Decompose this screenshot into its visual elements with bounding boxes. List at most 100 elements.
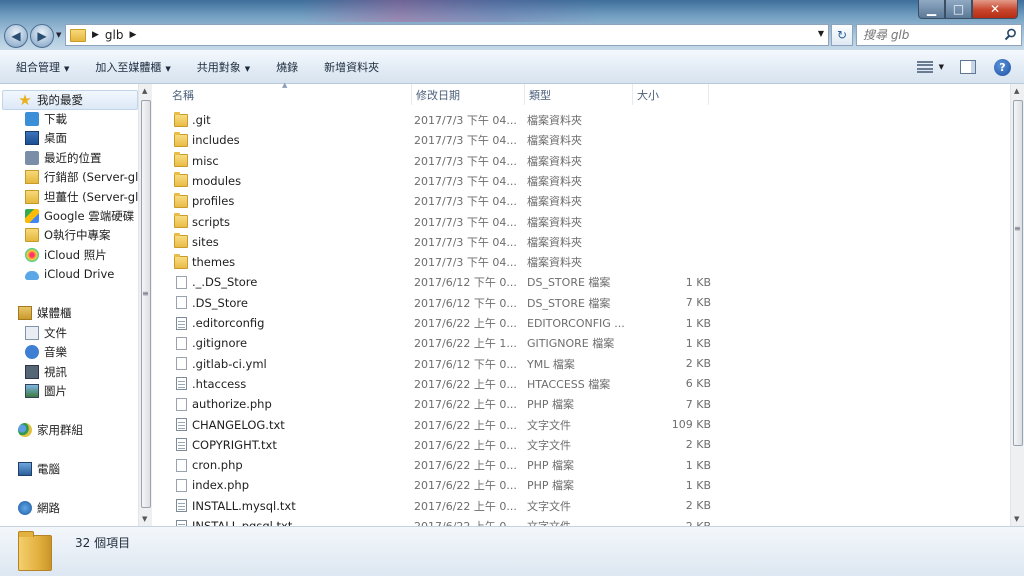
file-size: 1 KB — [685, 336, 711, 350]
new-folder-button[interactable]: 新增資料夾 — [311, 59, 392, 75]
scrollbar-thumb[interactable] — [141, 100, 151, 508]
nav-item-google-drive[interactable]: Google 雲端硬碟 — [25, 206, 138, 225]
file-row[interactable]: CHANGELOG.txt 2017/6/22 上午 0... 文字文件 109 KB — [152, 415, 712, 435]
file-row[interactable]: .gitignore 2017/6/22 上午 1... GITIGNORE 檔案 1… — [152, 333, 712, 353]
add-to-library-menu[interactable]: 加入至媒體櫃 ▼ — [82, 59, 183, 75]
file-name: .gitignore — [192, 336, 248, 351]
file-name: .DS_Store — [192, 295, 248, 310]
file-name: modules — [192, 173, 242, 188]
preview-pane-icon[interactable] — [960, 60, 976, 74]
file-row[interactable]: .editorconfig 2017/6/22 上午 0... EDITORCONF… — [152, 313, 712, 333]
nav-item-shared-server[interactable]: 坦薑仕 (Server-glb — [25, 187, 138, 206]
scroll-down-icon[interactable]: ▼ — [1014, 515, 1019, 523]
nav-item-recent-places[interactable]: 最近的位置 — [25, 148, 102, 167]
chevron-down-icon: ▼ — [244, 64, 251, 73]
nav-network-label: 網路 — [37, 500, 60, 515]
file-row[interactable]: index.php 2017/6/22 上午 0... PHP 檔案 1 KB — [152, 475, 712, 495]
column-header-name[interactable]: ▲ 名稱 — [152, 81, 412, 105]
scroll-up-icon[interactable]: ▲ — [1014, 87, 1019, 95]
nav-item-icloud-photos[interactable]: iCloud 照片 — [25, 245, 107, 264]
scroll-up-icon[interactable]: ▲ — [142, 87, 147, 95]
scrollbar-thumb[interactable] — [1013, 100, 1023, 446]
breadcrumb-separator-icon[interactable]: ▶ — [130, 30, 137, 40]
search-box[interactable] — [856, 24, 1022, 46]
nav-item-documents[interactable]: 文件 — [25, 323, 67, 342]
file-size: 1 KB — [685, 316, 711, 330]
file-date: 2017/6/22 上午 0... — [414, 479, 517, 493]
address-bar[interactable]: ▶ glb ▶ ▼ — [65, 24, 829, 46]
maximize-button[interactable]: □ — [945, 0, 972, 19]
file-row[interactable]: .git 2017/7/3 下午 04... 檔案資料夾 — [152, 110, 712, 130]
nav-item-downloads[interactable]: 下載 — [25, 109, 67, 128]
share-menu[interactable]: 共用對象 ▼ — [184, 59, 263, 75]
nav-item-label: Google 雲端硬碟 — [44, 208, 135, 223]
file-row[interactable]: COPYRIGHT.txt 2017/6/22 上午 0... 文字文件 2 KB — [152, 435, 712, 455]
file-type: 檔案資料夾 — [527, 256, 582, 270]
refresh-button[interactable]: ↻ — [831, 24, 853, 46]
search-icon[interactable] — [1004, 28, 1017, 41]
back-button[interactable]: ◀ — [4, 24, 28, 48]
nav-favorites[interactable]: ★ 我的最愛 — [18, 90, 83, 109]
view-options-icon[interactable] — [916, 61, 933, 73]
column-header-type[interactable]: 類型 — [525, 84, 633, 105]
nav-libraries[interactable]: 媒體櫃 — [18, 303, 72, 322]
help-icon[interactable]: ? — [994, 58, 1011, 76]
nav-network[interactable]: 網路 — [18, 498, 60, 517]
file-row[interactable]: ._.DS_Store 2017/6/12 下午 0... DS_STORE 檔案 1… — [152, 272, 712, 292]
nav-item-pictures[interactable]: 圖片 — [25, 381, 67, 400]
nav-item-video[interactable]: 視訊 — [25, 362, 67, 381]
column-header-size[interactable]: 大小 — [633, 84, 709, 105]
breadcrumb-item[interactable]: glb — [105, 28, 124, 42]
breadcrumb-separator-icon[interactable]: ▶ — [92, 30, 99, 40]
file-name: index.php — [192, 478, 250, 493]
file-row[interactable]: authorize.php 2017/6/22 上午 0... PHP 檔案 7 KB — [152, 394, 712, 414]
scrollbar-grip-icon: ≡ — [1014, 224, 1021, 233]
item-count: 32 個項目 — [75, 536, 131, 550]
file-row[interactable]: includes 2017/7/3 下午 04... 檔案資料夾 — [152, 130, 712, 150]
address-history-dropdown-icon[interactable]: ▼ — [818, 29, 824, 38]
close-button[interactable]: ✕ — [972, 0, 1018, 19]
file-name: ._.DS_Store — [192, 275, 258, 290]
file-icon — [176, 397, 187, 411]
file-row[interactable]: .gitlab-ci.yml 2017/6/12 下午 0... YML 檔案 2 K… — [152, 354, 712, 374]
file-row[interactable]: cron.php 2017/6/22 上午 0... PHP 檔案 1 KB — [152, 455, 712, 475]
file-row[interactable]: INSTALL.pgsql.txt2017/6/22 上午 0...文字文件2 … — [152, 516, 712, 526]
recent-pages-dropdown[interactable]: ▼ — [56, 31, 61, 39]
minimize-button[interactable]: ▁ — [918, 0, 945, 19]
file-row[interactable]: profiles 2017/7/3 下午 04... 檔案資料夾 — [152, 191, 712, 211]
organize-label: 組合管理 — [16, 60, 60, 74]
search-input[interactable] — [863, 28, 1003, 42]
file-icon — [176, 458, 187, 472]
nav-computer[interactable]: 電腦 — [18, 459, 60, 478]
column-header-date[interactable]: 修改日期 — [412, 84, 525, 105]
refresh-icon: ↻ — [836, 28, 848, 42]
file-row[interactable]: .DS_Store 2017/6/12 下午 0... DS_STORE 檔案 7 K… — [152, 293, 712, 313]
nav-homegroup[interactable]: 家用群組 — [18, 420, 83, 439]
nav-scrollbar[interactable]: ▲ ≡ ▼ — [138, 84, 152, 526]
file-type: 檔案資料夾 — [527, 114, 582, 127]
folder-icon — [174, 111, 188, 127]
nav-item-active-projects[interactable]: O執行中專案 — [25, 225, 111, 244]
organize-menu[interactable]: 組合管理 ▼ — [0, 59, 82, 75]
nav-item-icloud-drive[interactable]: iCloud Drive — [25, 264, 114, 283]
file-row[interactable]: INSTALL.mysql.txt 2017/6/22 上午 0... 文字文件 2 … — [152, 496, 712, 516]
nav-item-marketing[interactable]: 行銷部 (Server-glb — [25, 167, 138, 186]
file-row[interactable]: modules 2017/7/3 下午 04... 檔案資料夾 — [152, 171, 712, 191]
music-icon — [25, 344, 39, 359]
file-row[interactable]: scripts 2017/7/3 下午 04... 檔案資料夾 — [152, 212, 712, 232]
file-row[interactable]: .htaccess 2017/6/22 上午 0... HTACCESS 檔案 6 K… — [152, 374, 712, 394]
nav-item-desktop[interactable]: 桌面 — [25, 128, 67, 147]
burn-button[interactable]: 燒錄 — [263, 59, 311, 75]
nav-item-music[interactable]: 音樂 — [25, 342, 67, 361]
command-bar: 組合管理 ▼ 加入至媒體櫃 ▼ 共用對象 ▼ 燒錄 新增資料夾 ▼ ? — [0, 50, 1024, 84]
nav-favorites-label: 我的最愛 — [37, 92, 83, 107]
folder-icon — [174, 172, 188, 188]
file-list-scrollbar[interactable]: ▲ ≡ ▼ — [1010, 84, 1024, 526]
file-name: sites — [192, 234, 219, 249]
forward-button[interactable]: ▶ — [30, 24, 54, 48]
file-row[interactable]: misc 2017/7/3 下午 04... 檔案資料夾 — [152, 151, 712, 171]
file-row[interactable]: themes 2017/7/3 下午 04... 檔案資料夾 — [152, 252, 712, 272]
scroll-down-icon[interactable]: ▼ — [142, 515, 147, 523]
view-dropdown-icon[interactable]: ▼ — [939, 63, 944, 71]
file-row[interactable]: sites 2017/7/3 下午 04... 檔案資料夾 — [152, 232, 712, 252]
